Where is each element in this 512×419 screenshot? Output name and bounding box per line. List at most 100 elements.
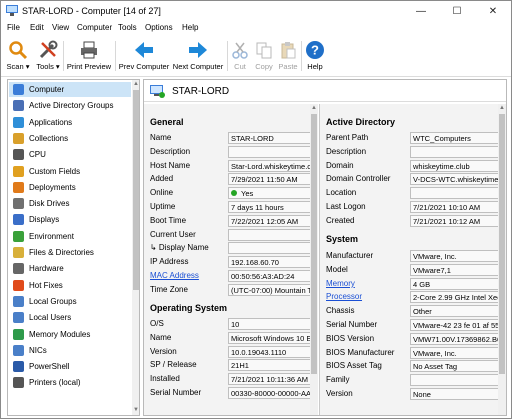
sidebar-item-deployments[interactable]: Deployments	[9, 180, 131, 195]
name-value[interactable]: Microsoft Windows 10 E	[228, 331, 312, 344]
menu-edit[interactable]: Edit	[30, 23, 44, 32]
help-button[interactable]: ? Help	[304, 37, 326, 75]
serial-number-value[interactable]: 00330-80000-00000-AA	[228, 387, 312, 399]
bios-version-value[interactable]: VMW71.00V.17369862.B64	[410, 332, 500, 345]
mac-address-label[interactable]: MAC Address	[150, 271, 199, 280]
serial-number-value[interactable]: VMware-42 23 fe 01 af 55 r	[410, 319, 500, 331]
bios-version-label: BIOS Version	[326, 333, 375, 343]
sp-release-value[interactable]: 21H1	[228, 359, 312, 372]
sidebar-item-memory-modules[interactable]: Memory Modules	[9, 327, 131, 342]
o-s-value[interactable]: 10	[228, 318, 312, 330]
version-value[interactable]: 10.0.19043.1110	[228, 345, 312, 358]
location-value[interactable]	[410, 187, 500, 200]
sidebar-item-hardware[interactable]: Hardware	[9, 261, 131, 276]
minimize-button[interactable]: —	[403, 1, 439, 21]
description-value[interactable]	[228, 145, 312, 158]
processor-value[interactable]: 2-Core 2.99 GHz Intel Xeon	[410, 291, 500, 304]
menu-bar: File Edit View Computer Tools Options He…	[1, 21, 511, 35]
sidebar-item-powershell[interactable]: PowerShell	[9, 359, 131, 374]
sidebar-scroll-thumb[interactable]	[133, 90, 139, 290]
version-value[interactable]: None	[410, 388, 500, 400]
ip-address-value[interactable]: 192.168.60.70	[228, 256, 312, 269]
general-row-boot-time: Boot Time 7/22/2021 12:05 AM	[150, 214, 316, 228]
host-name-value[interactable]: Star-Lord.whiskeytime.c	[228, 159, 312, 172]
display-name-value[interactable]	[228, 242, 312, 255]
bios-asset-tag-value[interactable]: No Asset Tag	[410, 360, 500, 373]
sidebar-item-custom-fields[interactable]: Custom Fields	[9, 164, 131, 179]
print-preview-button[interactable]: Print Preview	[65, 37, 113, 75]
chassis-label: Chassis	[326, 306, 355, 316]
menu-view[interactable]: View	[52, 23, 69, 32]
sidebar-scrollbar[interactable]: ▲ ▼	[132, 80, 139, 415]
current-user-value[interactable]	[228, 228, 312, 241]
sidebar-item-label: PowerShell	[29, 362, 70, 372]
right-scroll-thumb[interactable]	[499, 114, 505, 374]
last-logon-value[interactable]: 7/21/2021 10:10 AM	[410, 201, 500, 213]
next-computer-button[interactable]: Next Computer	[172, 37, 224, 75]
scroll-up-icon[interactable]: ▲	[310, 104, 318, 113]
left-scroll-thumb[interactable]	[311, 114, 317, 374]
toolbar-separator	[63, 41, 64, 71]
boot-time-value[interactable]: 7/22/2021 12:05 AM	[228, 214, 312, 227]
sidebar-item-active-directory-groups[interactable]: Active Directory Groups	[9, 98, 131, 113]
memory-label[interactable]: Memory	[326, 279, 355, 288]
ip-address-label: IP Address	[150, 257, 189, 267]
parent-path-value[interactable]: WTC_Computers	[410, 132, 500, 144]
os-row-o-s: O/S 10	[150, 318, 316, 331]
uptime-value[interactable]: 7 days 11 hours	[228, 201, 312, 213]
bios-manufacturer-value[interactable]: VMware, Inc.	[410, 346, 500, 359]
sidebar-item-printers-local[interactable]: Printers (local)	[9, 375, 131, 390]
general-row-online: Online Yes	[150, 187, 316, 200]
scroll-up-icon[interactable]: ▲	[132, 80, 139, 89]
scan-button[interactable]: Scan ▾	[5, 37, 31, 75]
scroll-down-icon[interactable]: ▼	[132, 406, 139, 415]
menu-file[interactable]: File	[7, 23, 20, 32]
processor-label[interactable]: Processor	[326, 292, 362, 301]
menu-help[interactable]: Help	[182, 23, 198, 32]
toolbar-separator	[301, 41, 302, 71]
mac-address-value[interactable]: 00:50:56:A3:AD:24	[228, 270, 312, 282]
prev-computer-button[interactable]: Prev Computer	[118, 37, 170, 75]
menu-tools[interactable]: Tools	[118, 23, 137, 32]
maximize-button[interactable]: ☐	[439, 1, 475, 21]
menu-options[interactable]: Options	[145, 23, 173, 32]
created-value[interactable]: 7/21/2021 10:12 AM	[410, 214, 500, 227]
tools-button[interactable]: Tools ▾	[34, 37, 62, 75]
sidebar-item-collections[interactable]: Collections	[9, 131, 131, 146]
sidebar-item-applications[interactable]: Applications	[9, 115, 131, 130]
name-value[interactable]: STAR-LORD	[228, 132, 312, 144]
menu-computer[interactable]: Computer	[77, 23, 112, 32]
cut-button[interactable]: Cut	[230, 37, 250, 75]
family-value[interactable]	[410, 374, 500, 387]
sidebar-item-nics[interactable]: NICs	[9, 343, 131, 358]
sidebar-item-hot-fixes[interactable]: Hot Fixes	[9, 278, 131, 293]
left-scrollbar[interactable]: ▲	[310, 104, 318, 415]
sidebar-item-files-directories[interactable]: Files & Directories	[9, 245, 131, 260]
online-value[interactable]: Yes	[228, 187, 312, 200]
model-value[interactable]: VMware7,1	[410, 263, 500, 276]
sidebar-item-environment[interactable]: Environment	[9, 229, 131, 244]
right-scrollbar[interactable]: ▲	[498, 104, 506, 415]
sidebar-item-local-users[interactable]: Local Users	[9, 310, 131, 325]
domain-value[interactable]: whiskeytime.club	[410, 159, 500, 172]
sidebar-item-local-groups[interactable]: Local Groups	[9, 294, 131, 309]
chassis-value[interactable]: Other	[410, 305, 500, 318]
paste-button[interactable]: Paste	[277, 37, 299, 75]
memory-value[interactable]: 4 GB	[410, 277, 500, 290]
sidebar-item-displays[interactable]: Displays	[9, 212, 131, 227]
sidebar-item-cpu[interactable]: CPU	[9, 147, 131, 162]
close-button[interactable]: ✕	[475, 1, 511, 21]
installed-value[interactable]: 7/21/2021 10:11:36 AM	[228, 373, 312, 386]
local-users-icon	[13, 312, 24, 324]
description-value[interactable]	[410, 145, 500, 158]
domain-controller-value[interactable]: V-DCS-WTC.whiskeytime.clu	[410, 173, 500, 186]
sidebar-item-disk-drives[interactable]: Disk Drives	[9, 196, 131, 211]
sidebar-item-computer[interactable]: Computer	[9, 82, 131, 97]
manufacturer-value[interactable]: VMware, Inc.	[410, 250, 500, 262]
time-zone-value[interactable]: (UTC-07:00) Mountain T	[228, 283, 312, 296]
scroll-up-icon[interactable]: ▲	[498, 104, 506, 113]
copy-button[interactable]: Copy	[253, 37, 275, 75]
custom-fields-icon	[13, 165, 24, 177]
added-value[interactable]: 7/29/2021 11:50 AM	[228, 173, 312, 186]
description-label: Description	[150, 146, 191, 156]
